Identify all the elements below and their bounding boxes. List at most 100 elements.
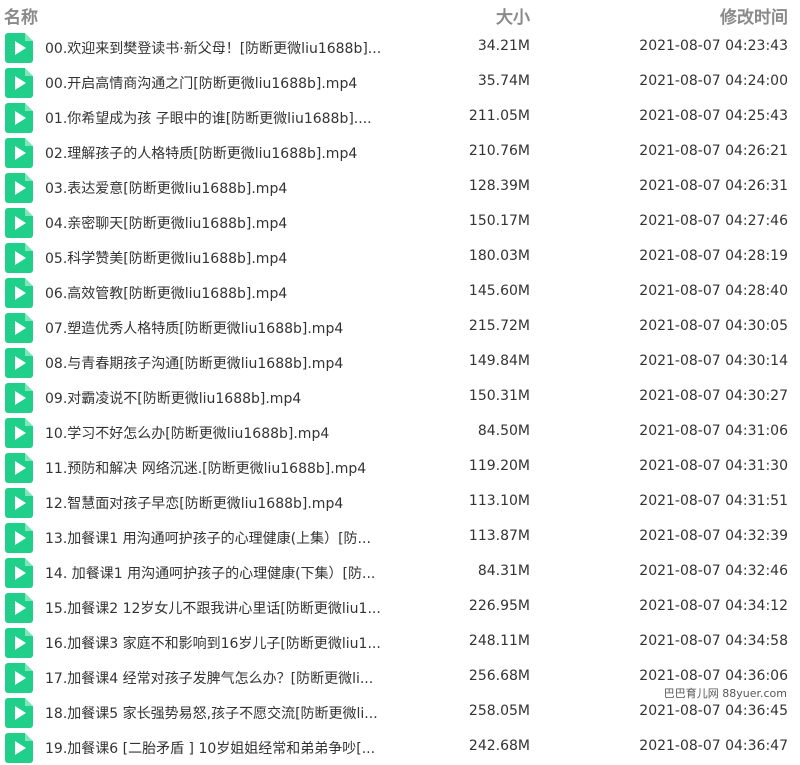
file-name: 05.科学赞美[防断更微liu1688b].mp4 — [45, 251, 288, 267]
file-name: 07.塑造优秀人格特质[防断更微liu1688b].mp4 — [45, 321, 344, 337]
file-modified-time: 2021-08-07 04:23:43 — [639, 38, 788, 54]
video-file-icon — [5, 488, 33, 518]
video-file-icon — [5, 523, 33, 553]
file-size: 248.11M — [468, 633, 530, 649]
file-modified-time: 2021-08-07 04:31:30 — [639, 458, 788, 474]
file-modified-time: 2021-08-07 04:36:47 — [639, 738, 788, 754]
file-size: 128.39M — [468, 178, 530, 194]
file-row[interactable]: 08.与青春期孩子沟通[防断更微liu1688b].mp4 149.84M 20… — [0, 345, 800, 380]
file-row[interactable]: 04.亲密聊天[防断更微liu1688b].mp4 150.17M 2021-0… — [0, 205, 800, 240]
video-file-icon — [5, 313, 33, 343]
file-name: 16.加餐课3 家庭不和影响到16岁儿子[防断更微liu1... — [45, 636, 381, 652]
file-name: 02.理解孩子的人格特质[防断更微liu1688b].mp4 — [45, 146, 358, 162]
video-file-icon — [5, 558, 33, 588]
file-size: 84.31M — [477, 563, 530, 579]
file-modified-time: 2021-08-07 04:31:51 — [639, 493, 788, 509]
file-size: 180.03M — [468, 248, 530, 264]
file-modified-time: 2021-08-07 04:31:06 — [639, 423, 788, 439]
video-file-icon — [5, 453, 33, 483]
file-size: 210.76M — [468, 143, 530, 159]
video-file-icon — [5, 243, 33, 273]
video-file-icon — [5, 663, 33, 693]
file-name: 18.加餐课5 家长强势易怒,孩子不愿交流[防断更微li... — [45, 706, 378, 722]
file-modified-time: 2021-08-07 04:28:40 — [639, 283, 788, 299]
file-name: 13.加餐课1 用沟通呵护孩子的心理健康(上集）[防... — [45, 531, 371, 547]
watermark: 巴巴育儿网 88yuer.com — [660, 684, 790, 702]
file-modified-time: 2021-08-07 04:36:06 — [639, 668, 788, 684]
file-row[interactable]: 06.高效管教[防断更微liu1688b].mp4 145.60M 2021-0… — [0, 275, 800, 310]
file-size: 84.50M — [477, 423, 530, 439]
file-row[interactable]: 05.科学赞美[防断更微liu1688b].mp4 180.03M 2021-0… — [0, 240, 800, 275]
file-row[interactable]: 12.智慧面对孩子早恋[防断更微liu1688b].mp4 113.10M 20… — [0, 485, 800, 520]
column-header-name[interactable]: 名称 — [4, 3, 38, 28]
video-file-icon — [5, 68, 33, 98]
file-modified-time: 2021-08-07 04:30:05 — [639, 318, 788, 334]
file-row[interactable]: 00.欢迎来到樊登读书·新父母！[防断更微liu1688b]... 34.21M… — [0, 30, 800, 65]
video-file-icon — [5, 138, 33, 168]
video-file-icon — [5, 593, 33, 623]
file-size: 211.05M — [468, 108, 530, 124]
file-modified-time: 2021-08-07 04:36:45 — [639, 703, 788, 719]
file-name: 01.你希望成为孩 子眼中的谁[防断更微liu1688b].... — [45, 111, 372, 127]
file-size: 226.95M — [468, 598, 530, 614]
file-modified-time: 2021-08-07 04:34:12 — [639, 598, 788, 614]
file-name: 06.高效管教[防断更微liu1688b].mp4 — [45, 286, 288, 302]
file-row[interactable]: 09.对霸凌说不[防断更微liu1688b].mp4 150.31M 2021-… — [0, 380, 800, 415]
file-row[interactable]: 14. 加餐课1 用沟通呵护孩子的心理健康(下集）[防... 84.31M 20… — [0, 555, 800, 590]
file-size: 150.17M — [468, 213, 530, 229]
file-name: 19.加餐课6 [二胎矛盾 ] 10岁姐姐经常和弟弟争吵[... — [45, 741, 376, 757]
video-file-icon — [5, 348, 33, 378]
column-header: 名称 大小 修改时间 — [0, 0, 800, 32]
file-modified-time: 2021-08-07 04:32:39 — [639, 528, 788, 544]
file-name: 12.智慧面对孩子早恋[防断更微liu1688b].mp4 — [45, 496, 344, 512]
file-row[interactable]: 11.预防和解决 网络沉迷.[防断更微liu1688b].mp4 119.20M… — [0, 450, 800, 485]
file-size: 258.05M — [468, 703, 530, 719]
file-size: 150.31M — [468, 388, 530, 404]
video-file-icon — [5, 733, 33, 763]
video-file-icon — [5, 173, 33, 203]
file-row[interactable]: 15.加餐课2 12岁女儿不跟我讲心里话[防断更微liu1... 226.95M… — [0, 590, 800, 625]
file-name: 10.学习不好怎么办[防断更微liu1688b].mp4 — [45, 426, 330, 442]
video-file-icon — [5, 628, 33, 658]
file-modified-time: 2021-08-07 04:32:46 — [639, 563, 788, 579]
video-file-icon — [5, 103, 33, 133]
video-file-icon — [5, 208, 33, 238]
video-file-icon — [5, 33, 33, 63]
file-row[interactable]: 13.加餐课1 用沟通呵护孩子的心理健康(上集）[防... 113.87M 20… — [0, 520, 800, 555]
file-row[interactable]: 07.塑造优秀人格特质[防断更微liu1688b].mp4 215.72M 20… — [0, 310, 800, 345]
video-file-icon — [5, 418, 33, 448]
file-name: 17.加餐课4 经常对孩子发脾气怎么办？[防断更微li... — [45, 671, 374, 687]
video-file-icon — [5, 698, 33, 728]
file-modified-time: 2021-08-07 04:25:43 — [639, 108, 788, 124]
file-row[interactable]: 02.理解孩子的人格特质[防断更微liu1688b].mp4 210.76M 2… — [0, 135, 800, 170]
file-name: 08.与青春期孩子沟通[防断更微liu1688b].mp4 — [45, 356, 344, 372]
file-size: 113.87M — [468, 528, 530, 544]
file-size: 215.72M — [468, 318, 530, 334]
file-row[interactable]: 00.开启高情商沟通之门[防断更微liu1688b].mp4 35.74M 20… — [0, 65, 800, 100]
file-size: 35.74M — [477, 73, 530, 89]
file-modified-time: 2021-08-07 04:30:14 — [639, 353, 788, 369]
file-size: 119.20M — [468, 458, 530, 474]
column-header-modified[interactable]: 修改时间 — [720, 3, 788, 28]
file-size: 149.84M — [468, 353, 530, 369]
file-row[interactable]: 03.表达爱意[防断更微liu1688b].mp4 128.39M 2021-0… — [0, 170, 800, 205]
file-name: 15.加餐课2 12岁女儿不跟我讲心里话[防断更微liu1... — [45, 601, 381, 617]
file-modified-time: 2021-08-07 04:28:19 — [639, 248, 788, 264]
file-row[interactable]: 10.学习不好怎么办[防断更微liu1688b].mp4 84.50M 2021… — [0, 415, 800, 450]
file-size: 145.60M — [468, 283, 530, 299]
file-name: 00.开启高情商沟通之门[防断更微liu1688b].mp4 — [45, 76, 358, 92]
file-name: 04.亲密聊天[防断更微liu1688b].mp4 — [45, 216, 288, 232]
file-modified-time: 2021-08-07 04:27:46 — [639, 213, 788, 229]
column-header-size[interactable]: 大小 — [496, 3, 530, 28]
file-row[interactable]: 01.你希望成为孩 子眼中的谁[防断更微liu1688b].... 211.05… — [0, 100, 800, 135]
file-name: 00.欢迎来到樊登读书·新父母！[防断更微liu1688b]... — [45, 41, 382, 57]
file-size: 113.10M — [468, 493, 530, 509]
file-modified-time: 2021-08-07 04:34:58 — [639, 633, 788, 649]
file-row[interactable]: 19.加餐课6 [二胎矛盾 ] 10岁姐姐经常和弟弟争吵[... 242.68M… — [0, 730, 800, 765]
file-name: 11.预防和解决 网络沉迷.[防断更微liu1688b].mp4 — [45, 461, 367, 477]
file-name: 14. 加餐课1 用沟通呵护孩子的心理健康(下集）[防... — [45, 566, 376, 582]
file-modified-time: 2021-08-07 04:30:27 — [639, 388, 788, 404]
file-row[interactable]: 16.加餐课3 家庭不和影响到16岁儿子[防断更微liu1... 248.11M… — [0, 625, 800, 660]
file-size: 34.21M — [477, 38, 530, 54]
file-modified-time: 2021-08-07 04:26:31 — [639, 178, 788, 194]
